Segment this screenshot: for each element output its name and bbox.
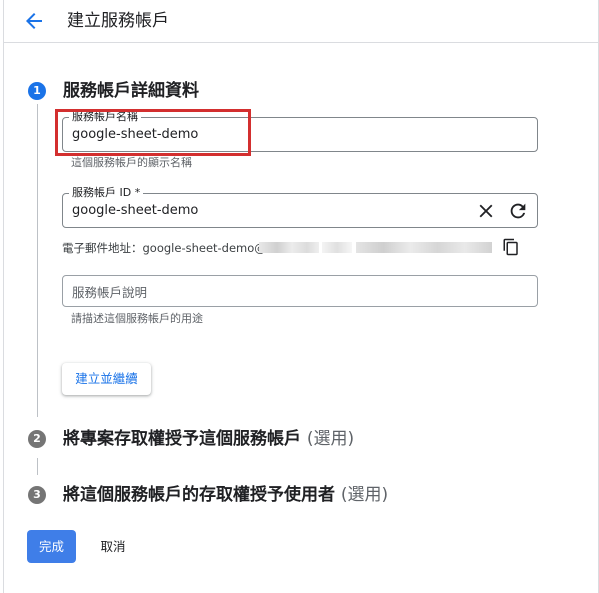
service-account-name-hint: 這個服務帳戶的顯示名稱 xyxy=(71,156,192,169)
blurred-email-domain-1 xyxy=(259,242,319,253)
step-3-title-text: 將這個服務帳戶的存取權授予使用者 xyxy=(63,485,335,505)
clear-button[interactable] xyxy=(475,200,497,222)
blurred-email-domain-2 xyxy=(322,242,352,253)
service-account-id-value[interactable]: google-sheet-demo xyxy=(72,194,198,227)
create-and-continue-button[interactable]: 建立並繼續 xyxy=(62,363,151,395)
step-3-optional: (選用) xyxy=(340,485,389,505)
service-account-description-field[interactable]: 服務帳戶說明 xyxy=(62,275,538,307)
step-2-title[interactable]: 將專案存取權授予這個服務帳戶 (選用) xyxy=(63,427,354,451)
step-3-title[interactable]: 將這個服務帳戶的存取權授予使用者 (選用) xyxy=(63,483,388,507)
back-button[interactable] xyxy=(22,9,46,33)
done-button[interactable]: 完成 xyxy=(27,530,76,563)
page-header: 建立服務帳戶 xyxy=(4,0,598,43)
frame-border-left xyxy=(3,0,4,593)
blurred-email-domain-3 xyxy=(356,242,492,253)
service-account-description-placeholder[interactable]: 服務帳戶說明 xyxy=(72,276,147,306)
step-2-title-text: 將專案存取權授予這個服務帳戶 xyxy=(63,429,301,449)
page-title: 建立服務帳戶 xyxy=(67,11,169,31)
regenerate-button[interactable] xyxy=(507,200,529,222)
step-connector-2 xyxy=(37,458,38,475)
arrow-back-icon xyxy=(26,13,42,29)
step-2-optional: (選用) xyxy=(306,429,355,449)
step-1-indicator: 1 xyxy=(28,82,46,100)
refresh-icon xyxy=(510,203,526,219)
close-icon xyxy=(479,204,493,218)
service-account-description-hint: 請描述這個服務帳戶的用途 xyxy=(71,312,203,325)
copy-email-button[interactable] xyxy=(502,238,520,256)
step-connector-1 xyxy=(37,104,38,417)
cancel-button[interactable]: 取消 xyxy=(88,530,138,563)
step-2-indicator: 2 xyxy=(28,430,46,448)
email-address: 電子郵件地址：google-sheet-demo@ xyxy=(62,241,266,255)
step-1-title: 服務帳戶詳細資料 xyxy=(63,81,199,101)
service-account-id-field[interactable]: 服務帳戶 ID * google-sheet-demo xyxy=(62,186,538,228)
copy-icon xyxy=(503,238,518,256)
step-3-indicator: 3 xyxy=(28,486,46,504)
service-account-name-field[interactable]: 服務帳戶名稱 google-sheet-demo xyxy=(62,110,538,152)
service-account-name-value[interactable]: google-sheet-demo xyxy=(72,118,198,151)
